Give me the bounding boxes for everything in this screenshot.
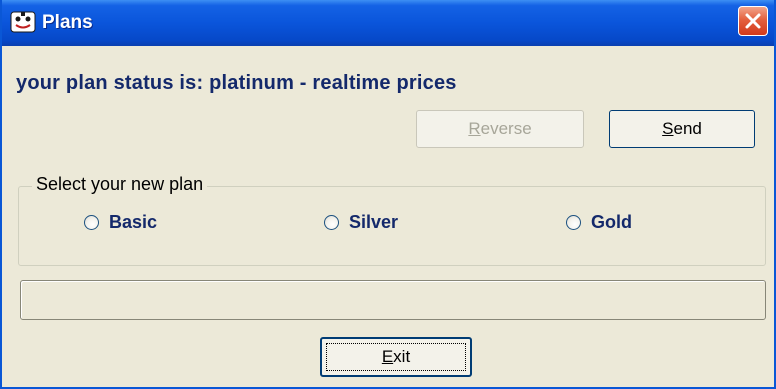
radio-basic[interactable]: Basic — [84, 210, 157, 234]
plan-status-text: your plan status is: platinum - realtime… — [16, 72, 457, 94]
reverse-button[interactable]: Reverse — [416, 110, 584, 148]
exit-label: xit — [393, 347, 411, 366]
plans-window: Plans your plan status is: platinum - re… — [0, 0, 776, 389]
send-label: end — [673, 119, 702, 138]
radio-circle[interactable] — [324, 214, 339, 230]
radio-silver-label[interactable]: Silver — [349, 212, 398, 233]
exit-button[interactable]: Exit — [320, 337, 472, 377]
send-mnemonic: S — [662, 119, 674, 138]
radio-circle[interactable] — [84, 214, 99, 230]
reverse-mnemonic: R — [468, 119, 481, 138]
exit-mnemonic: E — [381, 347, 394, 366]
send-button[interactable]: Send — [609, 110, 755, 148]
radio-circle[interactable] — [566, 214, 581, 230]
window-title: Plans — [42, 12, 93, 33]
plan-group-legend: Select your new plan — [32, 174, 208, 195]
app-face-icon — [10, 10, 36, 34]
radio-basic-label[interactable]: Basic — [109, 212, 157, 233]
radio-gold[interactable]: Gold — [566, 210, 632, 234]
title-bar[interactable]: Plans — [2, 0, 774, 46]
radio-silver[interactable]: Silver — [324, 210, 398, 234]
radio-gold-label[interactable]: Gold — [591, 212, 632, 233]
status-panel — [20, 280, 766, 320]
reverse-label: everse — [480, 119, 532, 138]
close-button[interactable] — [738, 6, 768, 36]
close-icon — [745, 13, 761, 29]
